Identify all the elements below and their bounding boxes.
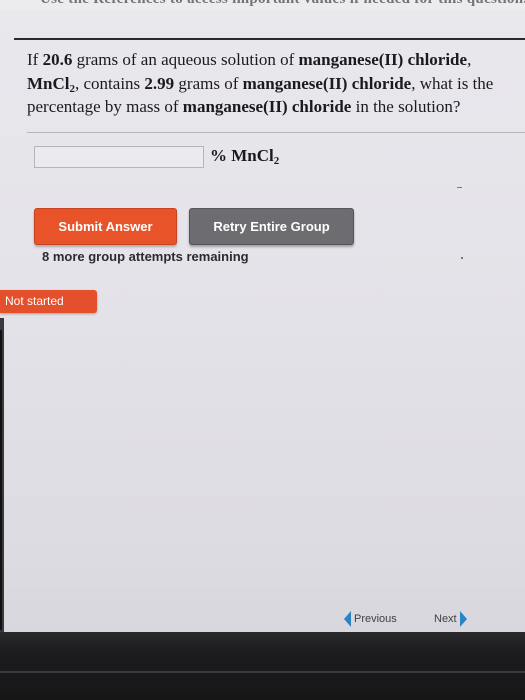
chevron-left-icon (344, 611, 351, 627)
answer-unit: % MnCl2 (210, 146, 280, 167)
left-edge-shadow (0, 330, 2, 630)
status-badge: Not started (0, 290, 97, 313)
compound-name-3: manganese(II) chloride (182, 97, 352, 116)
solution-mass: 20.6 (42, 50, 73, 69)
solute-mass: 2.99 (144, 73, 175, 93)
decorative-dash (457, 187, 462, 188)
retry-entire-group-button[interactable]: Retry Entire Group (189, 208, 354, 245)
banner-text: Use the References to access important v… (40, 0, 525, 8)
previous-button[interactable]: Previous (344, 611, 397, 627)
chevron-right-icon (459, 611, 467, 627)
compound-name: manganese(II) chloride (298, 50, 468, 69)
attempts-remaining: 8 more group attempts remaining (42, 249, 249, 264)
decorative-dot (461, 257, 463, 259)
question-divider (27, 132, 525, 133)
compound-name-2: manganese(II) chloride (242, 73, 412, 93)
next-button[interactable]: Next (434, 611, 467, 627)
header-divider (14, 38, 525, 40)
submit-answer-button[interactable]: Submit Answer (34, 208, 177, 245)
answer-input[interactable] (34, 146, 204, 168)
question-text: If 20.6 grams of an aqueous solution of … (27, 50, 494, 116)
screen-bezel (0, 632, 525, 700)
formula: MnCl2 (27, 73, 75, 95)
references-banner: Use the References to access important v… (0, 0, 525, 10)
bezel-edge (0, 671, 525, 673)
